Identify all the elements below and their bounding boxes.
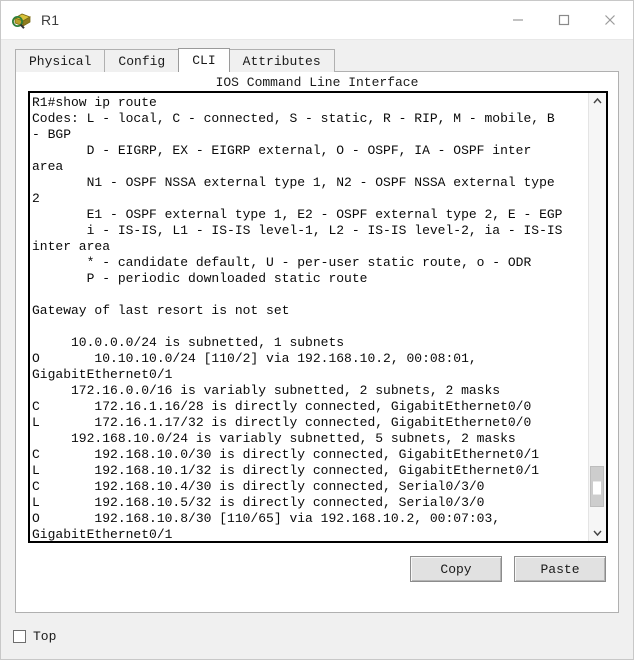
router-icon: [11, 9, 33, 31]
chevron-up-icon: [593, 97, 602, 104]
chevron-down-icon: [593, 530, 602, 537]
tab-strip: Physical Config CLI Attributes: [15, 48, 633, 72]
tab-config[interactable]: Config: [104, 49, 180, 72]
minimize-icon: [513, 19, 523, 21]
close-button[interactable]: [587, 1, 633, 39]
panel-heading: IOS Command Line Interface: [215, 75, 419, 90]
tab-cli[interactable]: CLI: [178, 48, 230, 72]
top-checkbox-box[interactable]: [13, 629, 26, 643]
terminal-output-area[interactable]: R1#show ip route Codes: L - local, C - c…: [30, 93, 588, 541]
scrollbar-thumb[interactable]: [590, 466, 604, 508]
terminal-container: R1#show ip route Codes: L - local, C - c…: [28, 91, 608, 543]
title-bar: R1: [1, 1, 633, 40]
minimize-button[interactable]: [495, 1, 541, 39]
close-icon: [605, 15, 615, 25]
scroll-down-button[interactable]: [589, 524, 606, 541]
paste-button-label: Paste: [540, 561, 580, 577]
top-checkbox-label: Top: [33, 628, 57, 644]
tab-attributes[interactable]: Attributes: [228, 49, 335, 72]
window-footer: Top: [1, 613, 633, 659]
scrollbar-thumb-grip: [593, 480, 601, 495]
maximize-icon: [558, 14, 570, 26]
top-checkbox[interactable]: Top: [13, 629, 56, 644]
scrollbar-track[interactable]: [589, 110, 606, 524]
terminal-output: R1#show ip route Codes: L - local, C - c…: [32, 95, 563, 541]
terminal-scrollbar[interactable]: [588, 93, 606, 541]
copy-button-label: Copy: [440, 561, 472, 577]
scroll-up-button[interactable]: [589, 93, 606, 110]
maximize-button[interactable]: [541, 1, 587, 39]
tab-physical[interactable]: Physical: [15, 49, 106, 72]
paste-button[interactable]: Paste: [514, 556, 606, 582]
tab-config-label: Config: [118, 53, 166, 69]
window-title: R1: [41, 12, 60, 28]
copy-button[interactable]: Copy: [410, 556, 502, 582]
window-controls: [495, 1, 633, 39]
device-window: R1 Physical Config CLI Attributes IOS Co…: [0, 0, 634, 660]
action-button-row: Copy Paste: [16, 543, 618, 595]
cli-panel: IOS Command Line Interface R1#show ip ro…: [15, 71, 619, 613]
tab-cli-label: CLI: [192, 53, 216, 68]
tab-physical-label: Physical: [29, 53, 92, 69]
tab-attributes-label: Attributes: [242, 53, 321, 69]
